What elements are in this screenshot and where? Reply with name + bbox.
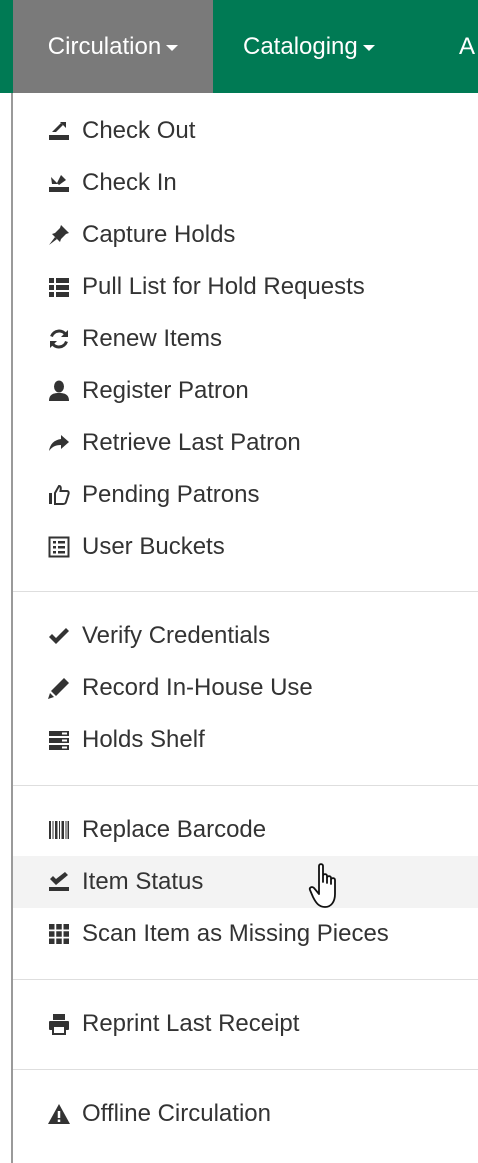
thumbs-up-icon (46, 482, 72, 508)
menu-divider (13, 979, 478, 980)
menu-item-label: Reprint Last Receipt (82, 1010, 300, 1037)
menu-item-label: User Buckets (82, 533, 225, 560)
menu-item-label: Holds Shelf (82, 726, 205, 753)
nav-circulation-dropdown[interactable]: Circulation (13, 0, 213, 93)
menu-divider (13, 1069, 478, 1070)
menu-item-capture-holds[interactable]: Capture Holds (13, 209, 478, 261)
item-status-icon (46, 869, 72, 895)
menu-item-reprint-last-receipt[interactable]: Reprint Last Receipt (13, 998, 478, 1050)
check-out-icon (46, 118, 72, 144)
menu-item-label: Offline Circulation (82, 1100, 271, 1127)
circulation-dropdown-menu: Check Out Check In Capture Holds Pull Li… (11, 93, 478, 1163)
menu-item-label: Record In-House Use (82, 674, 313, 701)
check-in-icon (46, 170, 72, 196)
user-icon (46, 378, 72, 404)
menu-item-label: Retrieve Last Patron (82, 429, 301, 456)
menu-item-label: Pending Patrons (82, 481, 260, 508)
menu-item-item-status[interactable]: Item Status (13, 856, 478, 908)
menu-item-label: Capture Holds (82, 221, 236, 248)
menu-item-pull-list[interactable]: Pull List for Hold Requests (13, 261, 478, 313)
nav-truncated-label: A (459, 32, 476, 60)
grid-icon (46, 921, 72, 947)
tasks-icon (46, 727, 72, 753)
menu-item-label: Replace Barcode (82, 816, 267, 843)
share-arrow-icon (46, 430, 72, 456)
menu-item-check-in[interactable]: Check In (13, 157, 478, 209)
menu-item-label: Verify Credentials (82, 622, 271, 649)
menu-item-replace-barcode[interactable]: Replace Barcode (13, 804, 478, 856)
refresh-icon (46, 326, 72, 352)
menu-item-label: Check In (82, 169, 177, 196)
menu-item-offline-circulation[interactable]: Offline Circulation (13, 1088, 478, 1140)
pencil-icon (46, 675, 72, 701)
caret-down-icon (166, 44, 179, 51)
checkmark-icon (46, 623, 72, 649)
menu-item-scan-missing-pieces[interactable]: Scan Item as Missing Pieces (13, 908, 478, 960)
nav-cataloging-dropdown[interactable]: Cataloging (243, 0, 375, 93)
menu-divider (13, 591, 478, 592)
barcode-icon (46, 817, 72, 843)
print-icon (46, 1011, 72, 1037)
menu-item-renew-items[interactable]: Renew Items (13, 313, 478, 365)
menu-item-user-buckets[interactable]: User Buckets (13, 521, 478, 573)
caret-down-icon (362, 44, 375, 51)
menu-item-pending-patrons[interactable]: Pending Patrons (13, 469, 478, 521)
warning-icon (46, 1101, 72, 1127)
list-icon (46, 274, 72, 300)
menu-item-label: Item Status (82, 868, 204, 895)
menu-item-label: Pull List for Hold Requests (82, 273, 365, 300)
menu-item-label: Check Out (82, 117, 196, 144)
list-alt-icon (46, 534, 72, 560)
menu-item-retrieve-last-patron[interactable]: Retrieve Last Patron (13, 417, 478, 469)
top-navbar: Circulation Cataloging A (0, 0, 478, 93)
menu-item-label: Scan Item as Missing Pieces (82, 920, 389, 947)
menu-item-record-in-house-use[interactable]: Record In-House Use (13, 662, 478, 714)
menu-item-register-patron[interactable]: Register Patron (13, 365, 478, 417)
menu-divider (13, 785, 478, 786)
menu-item-holds-shelf[interactable]: Holds Shelf (13, 714, 478, 766)
menu-item-verify-credentials[interactable]: Verify Credentials (13, 610, 478, 662)
nav-cataloging-label: Cataloging (243, 32, 358, 60)
hand-pointer-icon (308, 862, 348, 914)
menu-item-label: Renew Items (82, 325, 223, 352)
menu-item-check-out[interactable]: Check Out (13, 105, 478, 157)
nav-circulation-label: Circulation (47, 32, 162, 60)
menu-item-label: Register Patron (82, 377, 249, 404)
pushpin-icon (46, 222, 72, 248)
nav-item-truncated[interactable]: A (459, 0, 475, 93)
